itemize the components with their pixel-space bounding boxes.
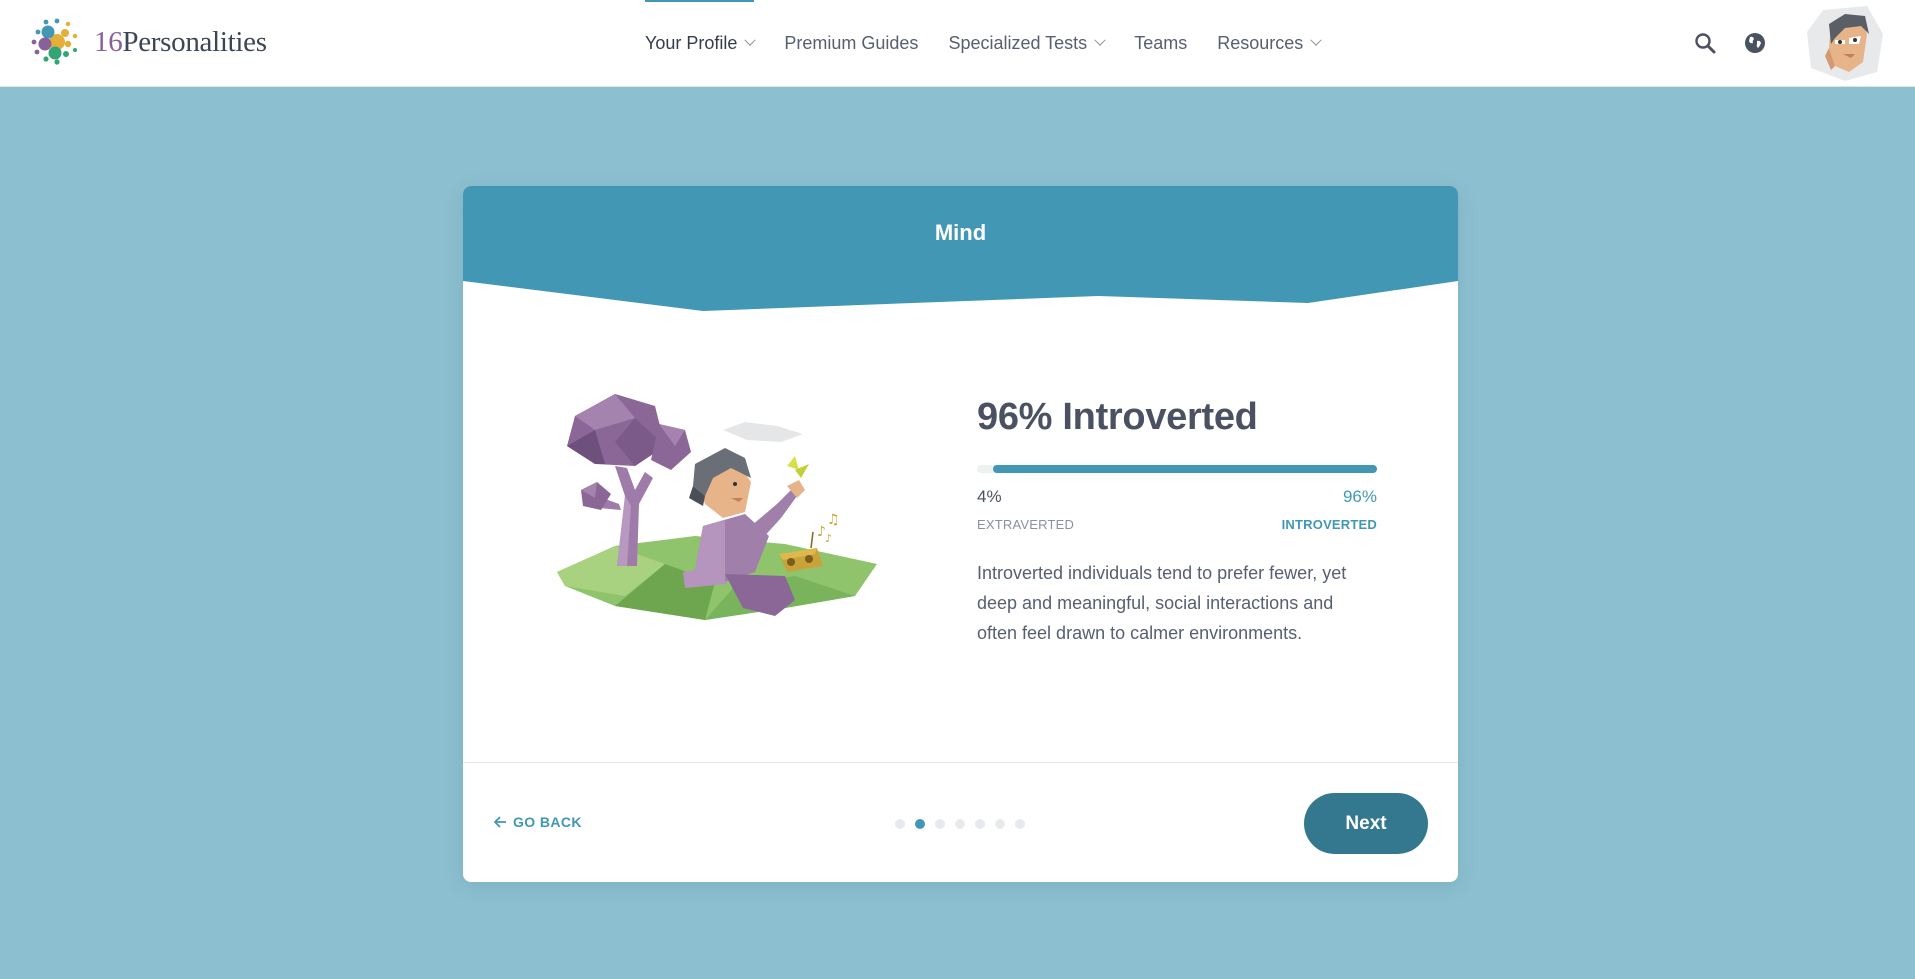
- site-logo[interactable]: 16Personalities: [28, 14, 267, 70]
- card-divider: [463, 762, 1458, 763]
- trait-label-row: EXTRAVERTED INTROVERTED: [977, 517, 1377, 532]
- step-dot[interactable]: [975, 819, 985, 829]
- step-dot[interactable]: [995, 819, 1005, 829]
- next-button-label: Next: [1345, 812, 1387, 834]
- go-back-label: GO BACK: [513, 814, 582, 830]
- result-card: Mind ♪ ♫ ♪ 96% Introverted 4% 96% EXTRAV…: [463, 186, 1458, 882]
- main-nav: Your Profile Premium Guides Specialized …: [645, 0, 1350, 86]
- nav-specialized-tests[interactable]: Specialized Tests: [948, 0, 1106, 86]
- trait-result: 96% Introverted 4% 96% EXTRAVERTED INTRO…: [977, 396, 1377, 666]
- extraverted-label: EXTRAVERTED: [977, 517, 1075, 532]
- nav-your-profile-label: Your Profile: [645, 32, 738, 53]
- step-dot[interactable]: [895, 819, 905, 829]
- card-header: Mind: [463, 186, 1458, 311]
- trait-description: Introverted individuals tend to prefer f…: [977, 563, 1347, 643]
- next-button[interactable]: Next: [1304, 793, 1428, 854]
- percent-row: 4% 96%: [977, 487, 1377, 507]
- search-icon: [1695, 33, 1716, 54]
- trait-progress-bar: [977, 465, 1377, 473]
- logo-text: 16Personalities: [94, 25, 267, 58]
- result-title: 96% Introverted: [977, 396, 1258, 438]
- nav-your-profile[interactable]: Your Profile: [645, 0, 757, 86]
- chevron-down-icon: [1094, 34, 1106, 46]
- person-under-tree-illustration: ♪ ♫ ♪: [557, 394, 877, 620]
- card-header-banner: [463, 186, 1458, 311]
- nav-premium-guides-label: Premium Guides: [784, 32, 919, 53]
- extraverted-percent: 4%: [977, 487, 1002, 506]
- introvert-illustration: ♪ ♫ ♪: [555, 386, 885, 626]
- introverted-label: INTROVERTED: [1281, 517, 1377, 532]
- step-dot[interactable]: [935, 819, 945, 829]
- avatar[interactable]: [1805, 4, 1885, 82]
- globe-icon: [1745, 33, 1765, 53]
- nav-resources[interactable]: Resources: [1217, 0, 1322, 86]
- chevron-down-icon: [744, 34, 757, 46]
- nav-teams-label: Teams: [1134, 32, 1188, 53]
- step-indicator: [895, 819, 1025, 829]
- logo-dots-icon: [31, 18, 78, 65]
- nav-specialized-tests-label: Specialized Tests: [948, 32, 1088, 53]
- nav-resources-label: Resources: [1217, 32, 1304, 53]
- nav-premium-guides[interactable]: Premium Guides: [784, 0, 918, 86]
- step-dot[interactable]: [915, 819, 925, 829]
- svg-text:♪: ♪: [825, 532, 832, 545]
- arrow-left-icon: [493, 816, 506, 828]
- search-button[interactable]: [1685, 23, 1725, 63]
- introverted-percent: 96%: [1342, 487, 1377, 506]
- trait-progress-fill: [993, 465, 1377, 473]
- language-button[interactable]: [1735, 23, 1775, 63]
- avatar-face-icon: [1807, 6, 1883, 81]
- nav-teams[interactable]: Teams: [1134, 0, 1187, 86]
- step-dot[interactable]: [955, 819, 965, 829]
- header-actions: [1685, 0, 1885, 86]
- top-navigation-bar: 16Personalities Your Profile Premium Gui…: [0, 0, 1915, 87]
- svg-text:♫: ♫: [827, 512, 840, 528]
- step-dot[interactable]: [1015, 819, 1025, 829]
- card-title: Mind: [934, 220, 987, 245]
- go-back-button[interactable]: GO BACK: [493, 814, 582, 830]
- chevron-down-icon: [1310, 34, 1322, 46]
